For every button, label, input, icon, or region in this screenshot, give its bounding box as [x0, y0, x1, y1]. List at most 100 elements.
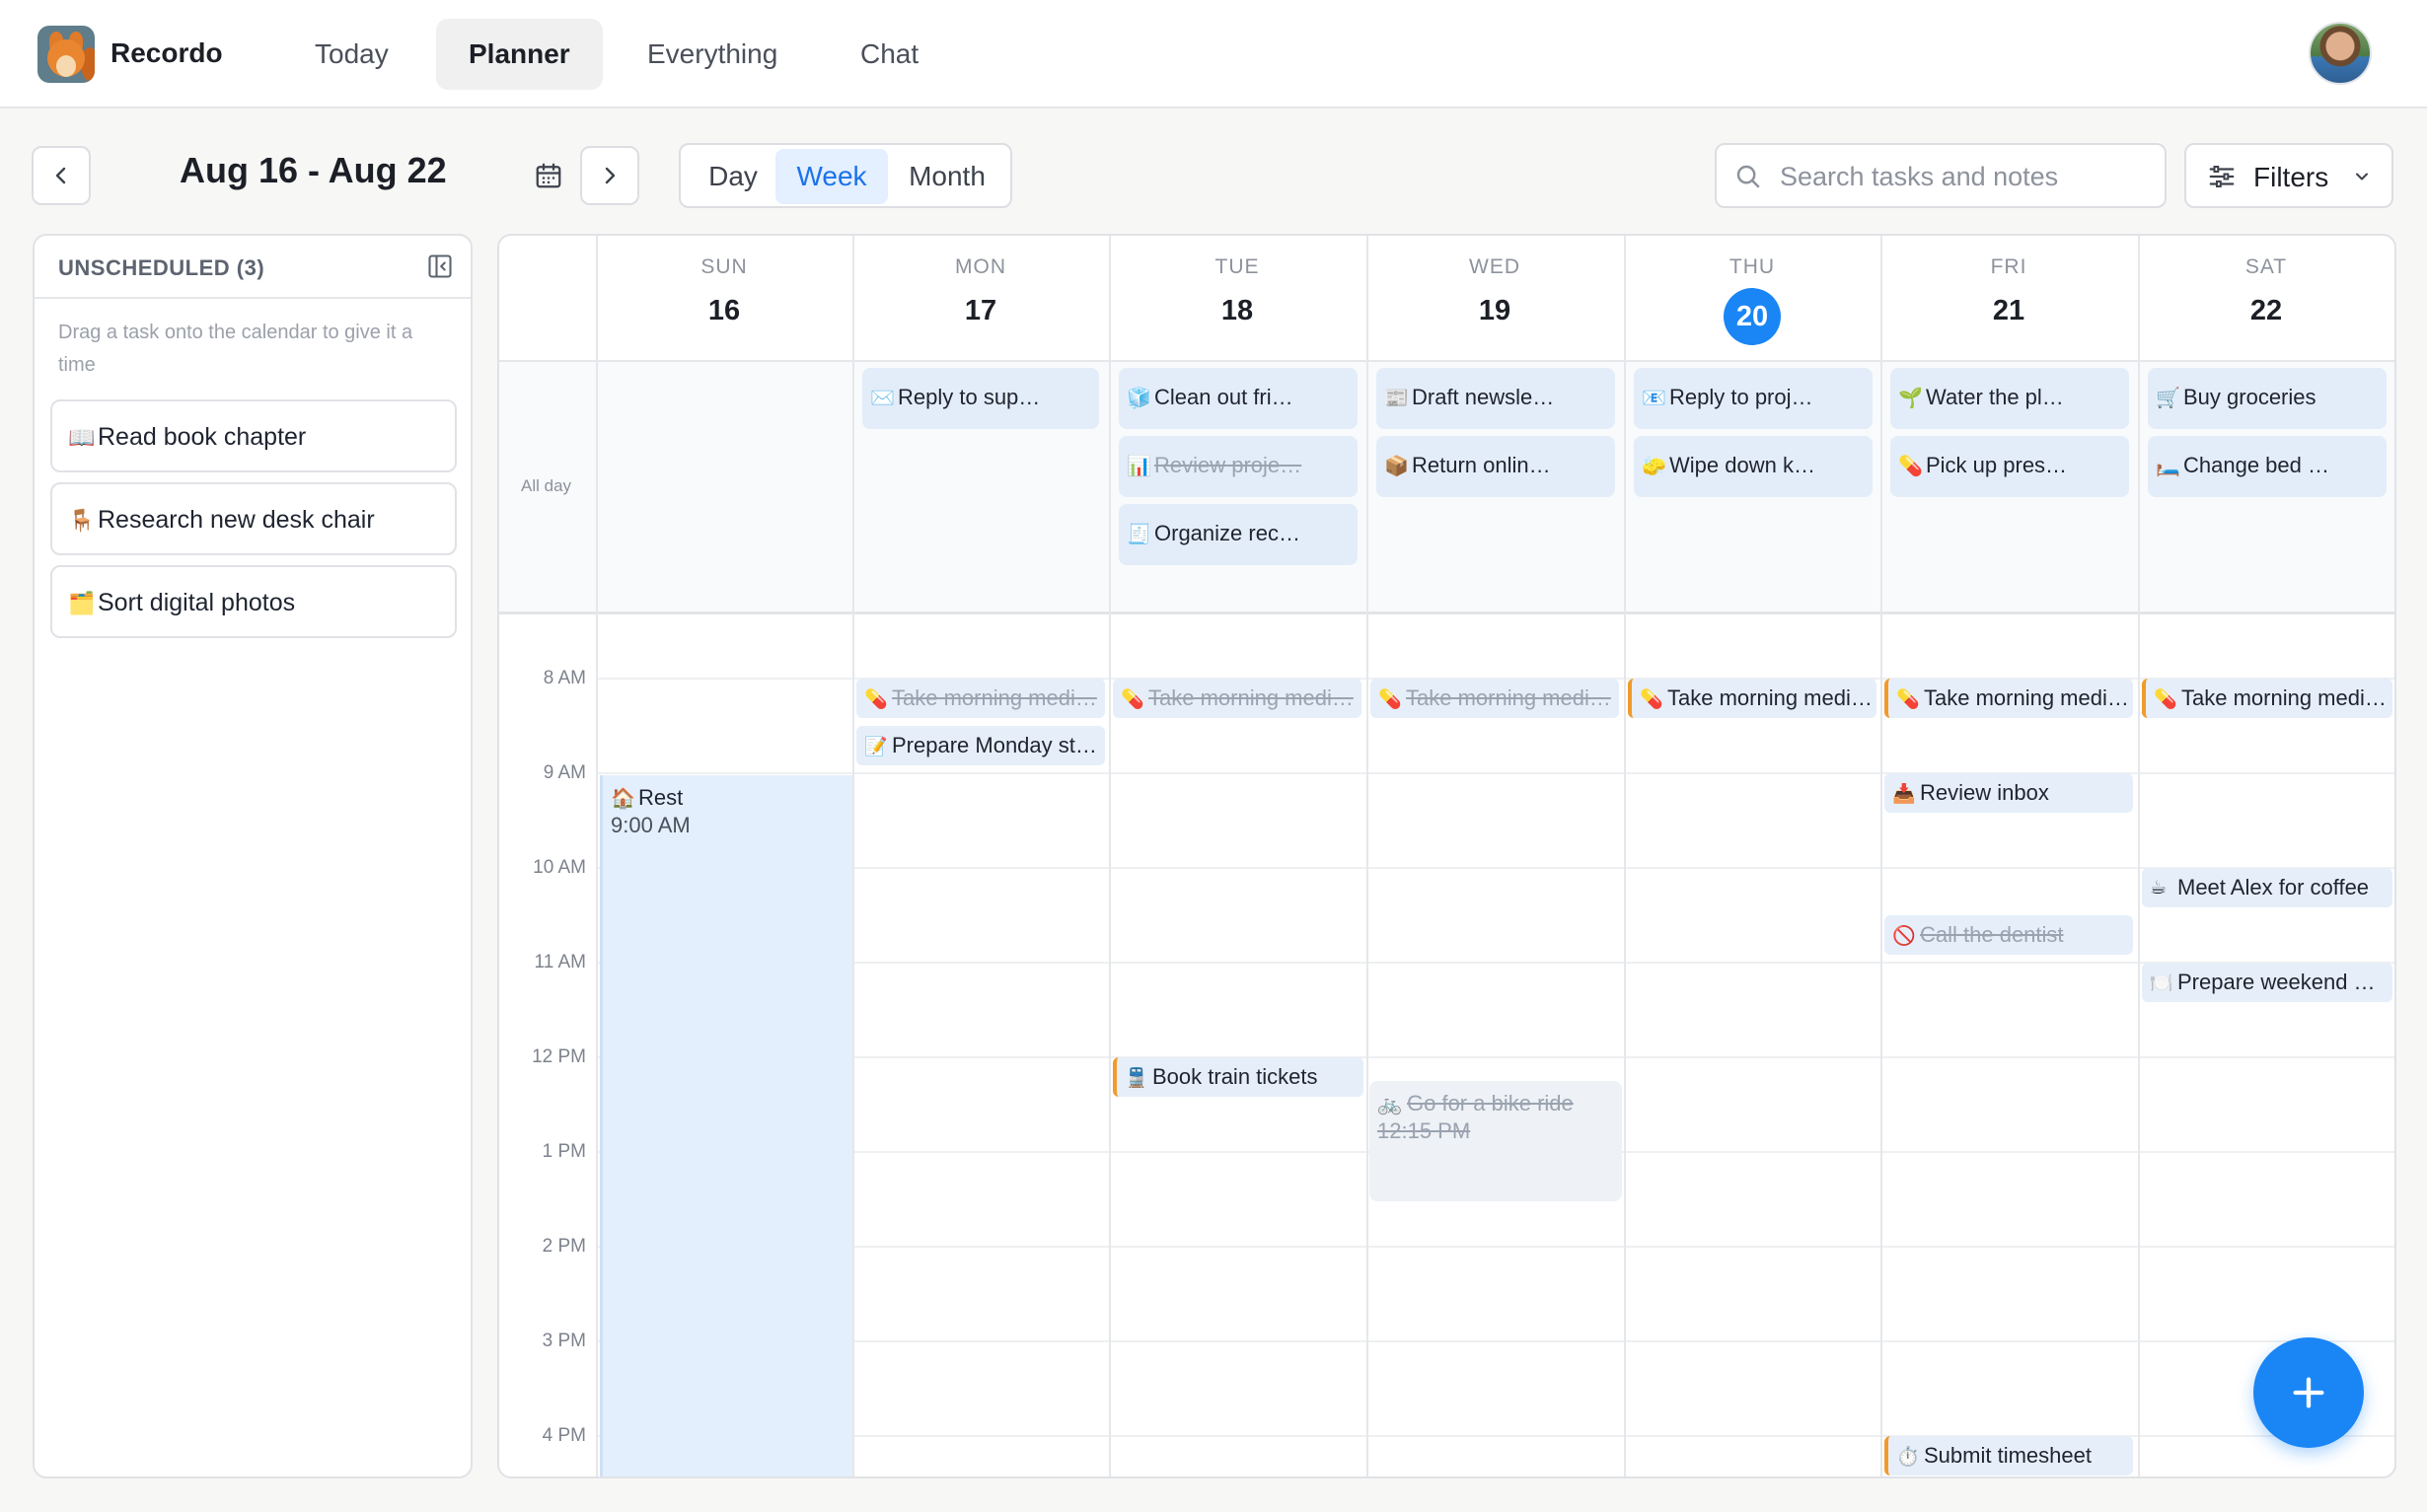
task-label: Return onlin… — [1412, 453, 1551, 477]
time-label: 2 PM — [542, 1236, 586, 1257]
day-header-fri: FRI — [1990, 255, 2027, 278]
pill-icon: 💊 — [864, 689, 888, 710]
event-train[interactable]: 🚆 Book train tickets — [1113, 1057, 1363, 1097]
nav-chat[interactable]: Chat — [828, 19, 951, 90]
unscheduled-title: UNSCHEDULED (3) — [58, 255, 265, 280]
collapse-panel-icon[interactable] — [425, 252, 455, 281]
nav-today[interactable]: Today — [282, 19, 421, 90]
event-label: Take morning medi… — [1924, 685, 2129, 710]
event-meds[interactable]: 💊 Take morning medi… — [1113, 679, 1361, 718]
event-meds[interactable]: 💊 Take morning medi… — [856, 679, 1105, 718]
inbox-icon: 📥 — [1892, 784, 1916, 805]
day-number-wed[interactable]: 19 — [1366, 295, 1623, 327]
time-label: 3 PM — [542, 1331, 586, 1351]
event-prepare-weekend[interactable]: 🍽️ Prepare weekend … — [2142, 963, 2392, 1002]
all-day-task[interactable]: 🧾 Organize rec… — [1119, 504, 1358, 565]
view-day-button[interactable]: Day — [687, 149, 779, 204]
all-day-task[interactable]: 🛏️ Change bed … — [2148, 436, 2387, 497]
all-day-task[interactable]: ✉️ Reply to sup… — [862, 368, 1099, 429]
all-day-task[interactable]: 💊 Pick up pres… — [1890, 436, 2129, 497]
time-label: 11 AM — [534, 952, 586, 972]
folder-icon: 🗂️ — [68, 591, 96, 615]
ice-icon: 🧊 — [1127, 388, 1151, 409]
filters-label: Filters — [2253, 162, 2329, 192]
all-day-task[interactable]: 📦 Return onlin… — [1376, 436, 1615, 497]
event-coffee[interactable]: ☕ Meet Alex for coffee — [2142, 868, 2392, 907]
day-header-thu: THU — [1728, 255, 1776, 278]
task-label: Reply to proj… — [1669, 385, 1813, 409]
receipt-icon: 🧾 — [1127, 524, 1151, 545]
view-month-button[interactable]: Month — [888, 149, 1006, 204]
pill-icon: 💊 — [2154, 689, 2177, 710]
all-day-label: All day — [521, 476, 572, 495]
stopwatch-icon: ⏱️ — [1896, 1447, 1920, 1468]
view-week-button[interactable]: Week — [775, 149, 888, 204]
unscheduled-task[interactable]: 📖 Read book chapter — [50, 399, 457, 472]
all-day-task[interactable]: 🧽 Wipe down k… — [1634, 436, 1873, 497]
date-range-title: Aug 16 - Aug 22 — [180, 150, 447, 190]
event-meds[interactable]: 💊 Take morning medi… — [1884, 679, 2133, 718]
day-number-tue[interactable]: 18 — [1109, 295, 1365, 327]
next-week-button[interactable] — [580, 146, 639, 205]
pill-icon: 💊 — [1121, 689, 1144, 710]
train-icon: 🚆 — [1125, 1068, 1148, 1089]
day-header-mon: MON — [955, 255, 1006, 278]
app-logo-icon[interactable] — [37, 26, 95, 83]
task-label: Water the pl… — [1926, 385, 2064, 409]
event-label: Take morning medi… — [1667, 685, 1873, 710]
event-dentist[interactable]: 🚫 Call the dentist — [1884, 915, 2133, 955]
all-day-task[interactable]: 🛒 Buy groceries — [2148, 368, 2387, 429]
top-bar: Recordo Today Planner Everything Chat — [0, 0, 2427, 108]
all-day-task[interactable]: 🌱 Water the pl… — [1890, 368, 2129, 429]
event-bike-ride[interactable]: 🚲 Go for a bike ride 12:15 PM — [1369, 1081, 1622, 1201]
task-label: Sort digital photos — [98, 589, 296, 616]
house-icon: 🏠 — [611, 788, 635, 810]
day-number-today[interactable]: 20 — [1724, 288, 1781, 345]
nav-everything[interactable]: Everything — [615, 19, 810, 90]
event-meds[interactable]: 💊 Take morning medi… — [2142, 679, 2392, 718]
event-label: Call the dentist — [1920, 922, 2064, 947]
event-prepare-monday[interactable]: 📝 Prepare Monday st… — [856, 726, 1105, 765]
event-label: Take morning medi… — [2181, 685, 2387, 710]
filters-button[interactable]: Filters — [2184, 143, 2393, 208]
day-number-mon[interactable]: 17 — [852, 295, 1109, 327]
pill-icon: 💊 — [1640, 689, 1663, 710]
week-calendar: All day SUN 16 MON 17 TUE 18 WED 19 THU … — [497, 234, 2396, 1478]
event-label: Meet Alex for coffee — [2177, 875, 2370, 900]
day-number-sun[interactable]: 16 — [596, 295, 852, 327]
unscheduled-header: UNSCHEDULED (3) — [35, 236, 471, 299]
event-review-inbox[interactable]: 📥 Review inbox — [1884, 773, 2133, 813]
chevron-down-icon — [2348, 163, 2376, 190]
unscheduled-task[interactable]: 🪑 Research new desk chair — [50, 482, 457, 555]
all-day-task[interactable]: 📊 Review proje… — [1119, 436, 1358, 497]
day-number-fri[interactable]: 21 — [1880, 295, 2137, 327]
time-label: 8 AM — [543, 668, 586, 688]
all-day-task[interactable]: 📧 Reply to proj… — [1634, 368, 1873, 429]
user-avatar[interactable] — [2309, 22, 2372, 85]
all-day-task[interactable]: 📰 Draft newsle… — [1376, 368, 1615, 429]
task-label: Clean out fri… — [1154, 385, 1293, 409]
event-meds[interactable]: 💊 Take morning medi… — [1628, 679, 1876, 718]
event-rest[interactable]: 🏠 Rest 9:00 AM — [600, 775, 852, 1476]
task-label: Organize rec… — [1154, 521, 1300, 545]
pill-icon: 💊 — [1896, 689, 1920, 710]
pill-icon: 💊 — [1378, 689, 1402, 710]
event-timesheet[interactable]: ⏱️ Submit timesheet — [1884, 1436, 2133, 1476]
task-label: Research new desk chair — [98, 506, 375, 534]
all-day-task[interactable]: 🧊 Clean out fri… — [1119, 368, 1358, 429]
prev-week-button[interactable] — [32, 146, 91, 205]
task-label: Draft newsle… — [1412, 385, 1555, 409]
day-number-sat[interactable]: 22 — [2138, 295, 2394, 327]
time-label: 9 AM — [543, 762, 586, 783]
event-meds[interactable]: 💊 Take morning medi… — [1370, 679, 1619, 718]
prohibited-icon: 🚫 — [1892, 926, 1916, 947]
nav-planner[interactable]: Planner — [436, 19, 603, 90]
search-input[interactable]: Search tasks and notes — [1715, 143, 2167, 208]
unscheduled-task[interactable]: 🗂️ Sort digital photos — [50, 565, 457, 638]
add-task-button[interactable] — [2253, 1337, 2364, 1448]
newspaper-icon: 📰 — [1384, 388, 1409, 409]
cart-icon: 🛒 — [2156, 388, 2180, 409]
app-name[interactable]: Recordo — [110, 37, 223, 69]
time-label: 10 AM — [533, 857, 586, 878]
calendar-icon[interactable] — [527, 154, 570, 197]
